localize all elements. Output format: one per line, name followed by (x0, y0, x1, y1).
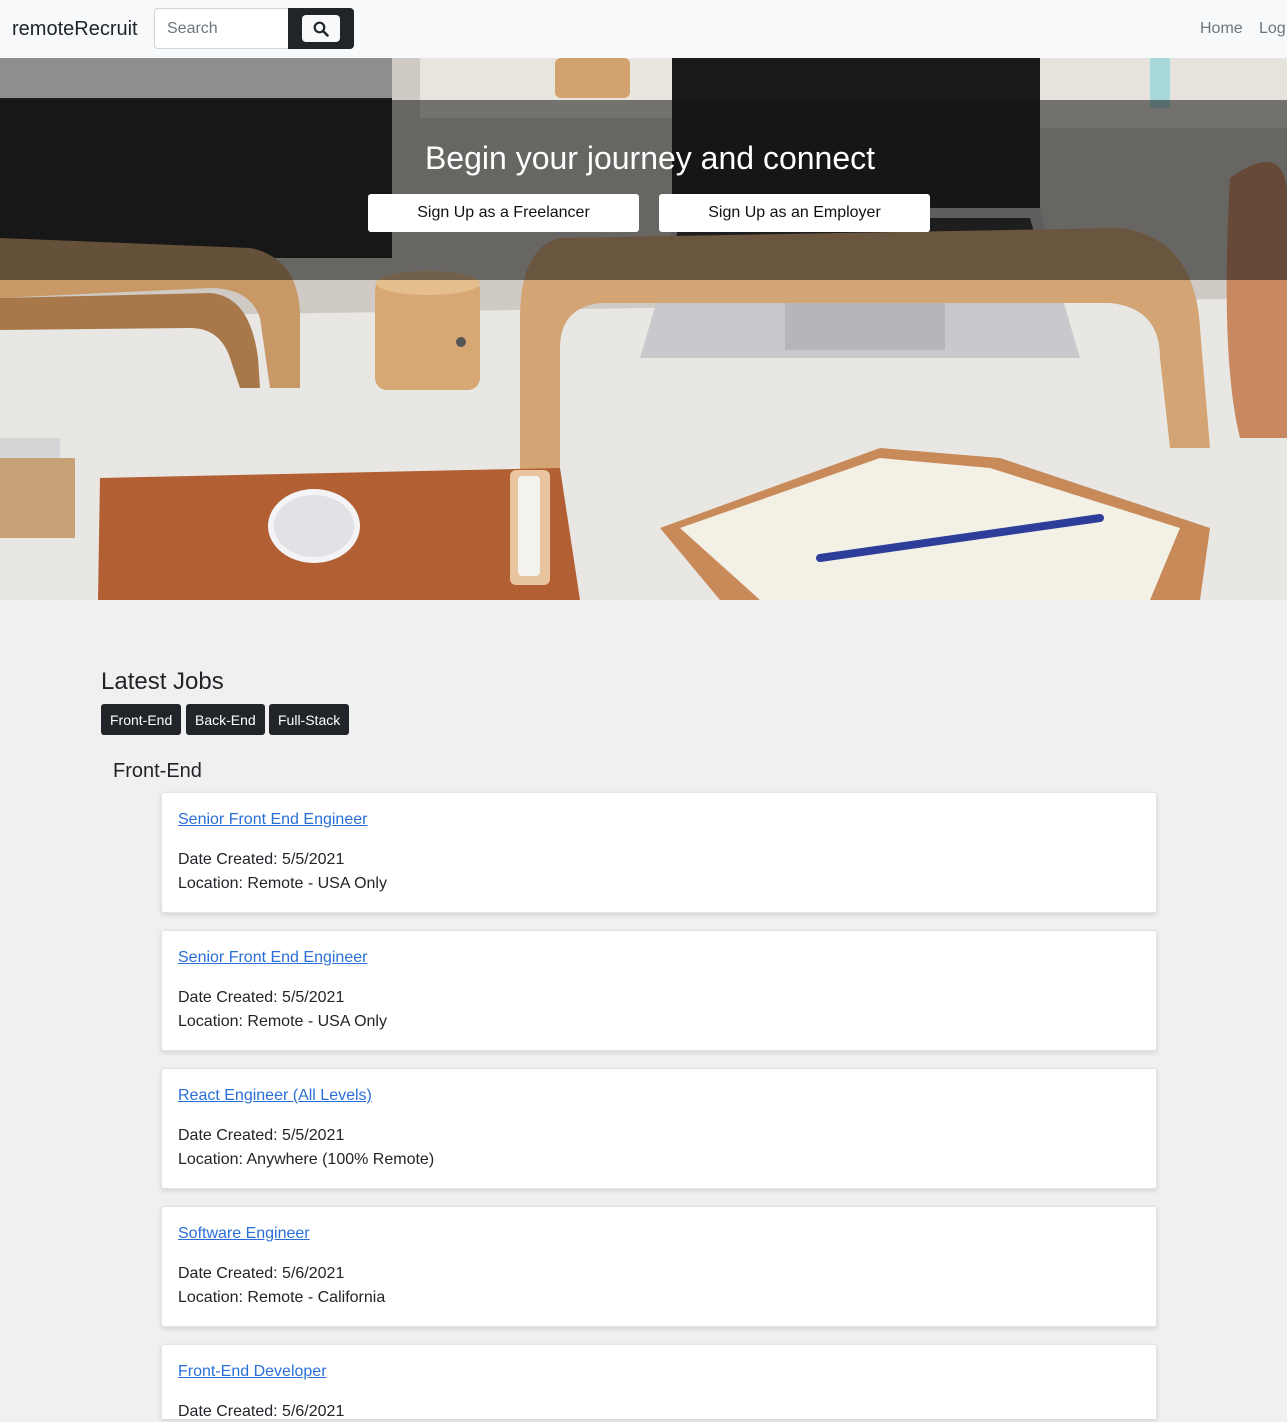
job-location: Location: Anywhere (100% Remote) (178, 1151, 435, 1168)
job-card: Senior Front End Engineer Date Created: … (161, 930, 1157, 1051)
job-title-link[interactable]: React Engineer (All Levels) (178, 1086, 372, 1106)
job-title-link[interactable]: Senior Front End Engineer (178, 810, 367, 830)
job-title-link[interactable]: Front-End Developer (178, 1362, 327, 1382)
job-date: Date Created: 5/6/2021 (178, 1403, 345, 1420)
job-location: Location: Remote - California (178, 1289, 386, 1306)
job-date: Date Created: 5/5/2021 (178, 851, 345, 868)
job-card: Front-End Developer Date Created: 5/6/20… (161, 1344, 1157, 1420)
navbar: remoteRecruit Home Log (0, 0, 1287, 58)
hero-title: Begin your journey and connect (424, 140, 876, 176)
sign-up-employer-button[interactable]: Sign Up as an Employer (659, 194, 930, 232)
brand-logo[interactable]: remoteRecruit (12, 16, 138, 42)
sign-up-freelancer-button[interactable]: Sign Up as a Freelancer (368, 194, 639, 232)
filter-back-end-button[interactable]: Back-End (186, 704, 265, 735)
job-date: Date Created: 5/6/2021 (178, 1265, 345, 1282)
hero-overlay (0, 100, 1287, 280)
job-date: Date Created: 5/5/2021 (178, 989, 345, 1006)
job-location: Location: Remote - USA Only (178, 875, 387, 892)
hero-banner: Begin your journey and connect Sign Up a… (0, 58, 1287, 600)
search-icon (313, 21, 329, 37)
job-title-link[interactable]: Software Engineer (178, 1224, 310, 1244)
search-button[interactable] (288, 8, 354, 49)
nav-link-home[interactable]: Home (1200, 19, 1243, 39)
job-location: Location: Remote - USA Only (178, 1013, 387, 1030)
category-heading: Front-End (113, 760, 202, 782)
filter-full-stack-button[interactable]: Full-Stack (269, 704, 350, 735)
latest-jobs-heading: Latest Jobs (101, 668, 224, 695)
search-icon-wrap (302, 15, 340, 42)
job-card: Senior Front End Engineer Date Created: … (161, 792, 1157, 913)
filter-front-end-button[interactable]: Front-End (101, 704, 182, 735)
nav-link-login[interactable]: Log (1259, 19, 1286, 39)
job-card: React Engineer (All Levels) Date Created… (161, 1068, 1157, 1189)
job-date: Date Created: 5/5/2021 (178, 1127, 345, 1144)
job-card: Software Engineer Date Created: 5/6/2021… (161, 1206, 1157, 1327)
search-input[interactable] (154, 8, 289, 49)
job-title-link[interactable]: Senior Front End Engineer (178, 948, 367, 968)
